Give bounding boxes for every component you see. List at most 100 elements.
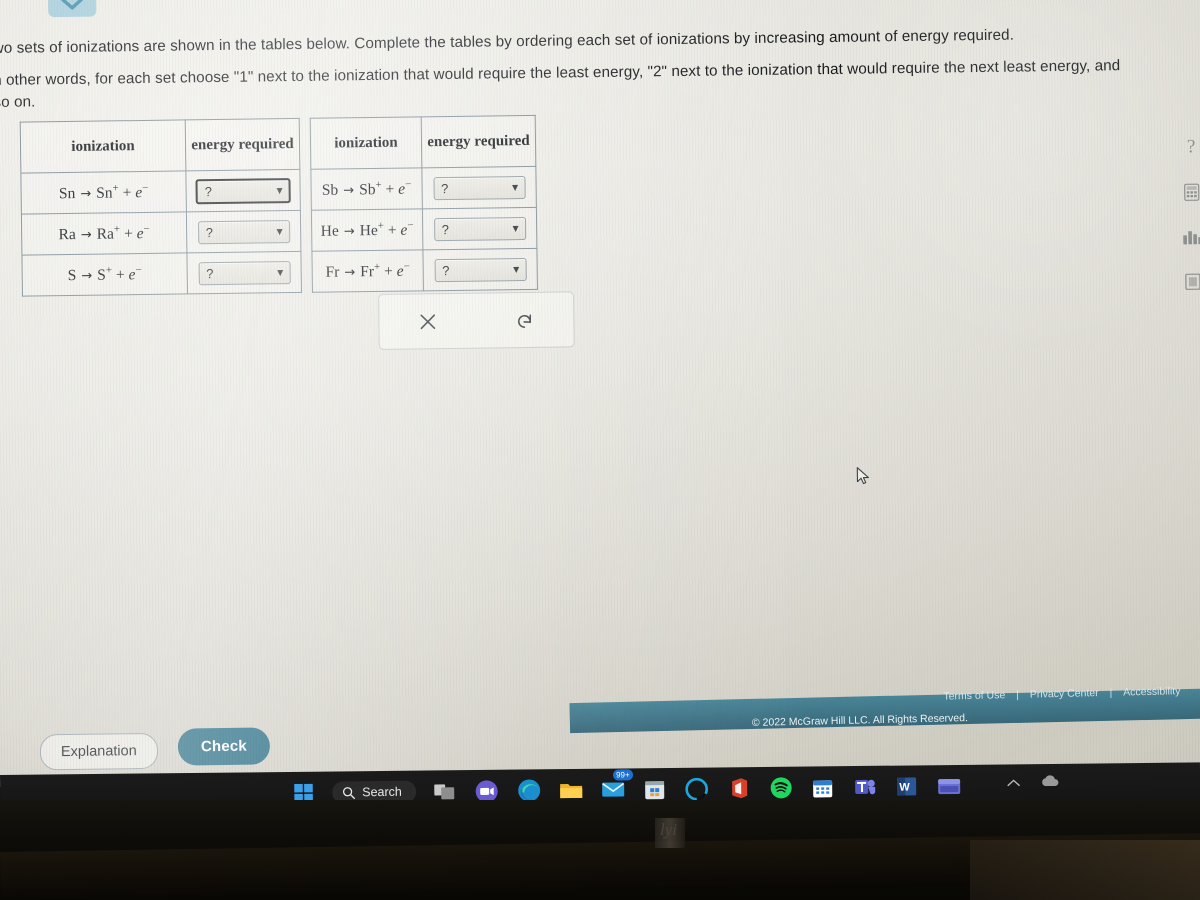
instruction-line-1: wo sets of ionizations are shown in the … (0, 26, 1015, 57)
table-row: S → S+ + e− ? ▾ (21, 251, 302, 297)
accessibility-link[interactable]: Accessibility (1123, 685, 1180, 698)
office-icon (732, 778, 748, 799)
photos-button[interactable] (936, 773, 962, 805)
energy-select-cell: ? ▾ (185, 169, 301, 212)
ion-charge: + (112, 182, 119, 195)
electron-charge: − (142, 181, 149, 194)
energy-order-select[interactable]: ? ▾ (198, 260, 291, 285)
terms-of-use-link[interactable]: Terms of Use (943, 689, 1005, 702)
header-ionization: ionization (20, 119, 186, 174)
select-value: ? (205, 224, 213, 240)
product-ion: Fr (360, 263, 375, 281)
instructions-block: wo sets of ionizations are shown in the … (0, 23, 1124, 124)
ion-charge: + (373, 260, 381, 273)
undo-button[interactable] (505, 303, 545, 338)
taskbar-tray (1007, 774, 1060, 793)
tray-expand-button[interactable] (1007, 774, 1020, 792)
energy-order-select[interactable]: ? ▾ (195, 177, 291, 204)
reactant-species: Fr (325, 263, 340, 281)
table-row: Sn → Sn+ + e− ? ▾ (20, 169, 301, 215)
spotify-button[interactable] (768, 775, 794, 806)
teams-app-button[interactable] (852, 774, 878, 805)
reaction-arrow: → (343, 183, 355, 199)
chart-icon-item[interactable] (1175, 214, 1200, 259)
ion-charge: + (375, 178, 382, 191)
alexa-icon (685, 777, 709, 801)
monitor-screen: wo sets of ionizations are shown in the … (0, 0, 1200, 787)
tray-cloud-item[interactable] (1040, 774, 1060, 792)
energy-select-cell: ? ▾ (186, 210, 301, 253)
cloud-icon (1042, 775, 1059, 787)
energy-order-select[interactable]: ? ▾ (433, 216, 526, 241)
electron-charge: − (143, 222, 150, 235)
product-ion: Sb (359, 181, 376, 199)
chevron-down-icon: ▾ (276, 224, 283, 239)
collapse-panel-button[interactable] (47, 0, 97, 18)
chevron-down-icon: ▾ (276, 183, 283, 198)
undo-arrow-icon (518, 313, 532, 328)
mouse-pointer-icon (856, 467, 869, 485)
mouse-cursor (856, 466, 872, 491)
calculator-icon-item[interactable] (1174, 169, 1200, 214)
equation-cell: Sb → Sb+ + e− (310, 167, 423, 211)
table-row: Fr → Fr+ + e− ? ▾ (311, 248, 538, 293)
calendar-button[interactable] (810, 774, 836, 800)
teams-icon (854, 779, 875, 795)
mail-icon (601, 782, 624, 797)
reactant-species: He (320, 222, 339, 240)
equation-cell: Sn → Sn+ + e− (20, 170, 187, 215)
energy-order-select[interactable]: ? ▾ (197, 219, 290, 244)
reaction-arrow: → (80, 227, 92, 243)
header-energy-required: energy required (421, 115, 536, 168)
ion-charge: + (377, 219, 385, 232)
footer-separator: | (1109, 686, 1113, 699)
reaction-arrow: → (80, 186, 92, 202)
monitor-brand-logo: lyi (660, 820, 677, 839)
calculator-icon (1184, 183, 1200, 201)
reactant-species: Ra (58, 225, 76, 244)
reactant-species: Sb (321, 181, 339, 199)
office-button[interactable] (726, 775, 752, 801)
help-icon-item[interactable]: ? (1174, 124, 1200, 169)
energy-select-cell: ? ▾ (422, 207, 537, 250)
product-ion: Ra (96, 225, 115, 243)
word-button[interactable]: W (894, 773, 920, 805)
tool-rail: ? (1174, 124, 1200, 304)
svg-text:W: W (899, 781, 910, 793)
spotify-icon (770, 777, 792, 799)
periodic-table-icon (1185, 273, 1200, 290)
search-icon (342, 786, 355, 799)
plus-sign: + (387, 221, 397, 239)
plus-sign: + (384, 262, 393, 280)
table-row: Ra → Ra+ + e− ? ▾ (21, 210, 301, 256)
ion-charge: + (113, 223, 121, 236)
store-button[interactable] (642, 776, 668, 802)
chevron-down-icon: ▾ (513, 262, 520, 277)
bar-chart-icon (1183, 230, 1200, 244)
energy-select-cell: ? ▾ (186, 251, 302, 294)
energy-order-select[interactable]: ? ▾ (432, 175, 526, 200)
chevron-down-icon: ▾ (511, 180, 519, 195)
equation-cell: Fr → Fr+ + e− (311, 249, 424, 293)
mail-button[interactable]: 99+ (600, 769, 633, 802)
plus-sign: + (123, 225, 133, 243)
reactant-species: Sn (58, 184, 76, 203)
select-value: ? (442, 262, 450, 278)
equation-cell: Ra → Ra+ + e− (21, 211, 187, 256)
instruction-line-2: n other words, for each set choose "1" n… (0, 57, 1121, 111)
periodic-table-icon-item[interactable] (1176, 259, 1200, 304)
alexa-button[interactable] (684, 776, 710, 802)
select-value: ? (204, 183, 212, 199)
clear-answer-button[interactable] (408, 304, 448, 339)
edge-browser-icon (517, 779, 540, 802)
energy-order-select[interactable]: ? ▾ (434, 257, 527, 282)
chevron-down-icon: ▾ (512, 221, 519, 236)
select-value: ? (206, 265, 214, 281)
table-header-row: ionization energy required (20, 118, 300, 174)
table-row: Sb → Sb+ + e− ? ▾ (310, 166, 537, 211)
chevron-down-icon (61, 0, 83, 10)
privacy-center-link[interactable]: Privacy Center (1030, 687, 1099, 701)
energy-select-cell: ? ▾ (422, 248, 538, 291)
equation-cell: S → S+ + e− (21, 252, 188, 297)
product-ion: Sn (96, 184, 113, 202)
